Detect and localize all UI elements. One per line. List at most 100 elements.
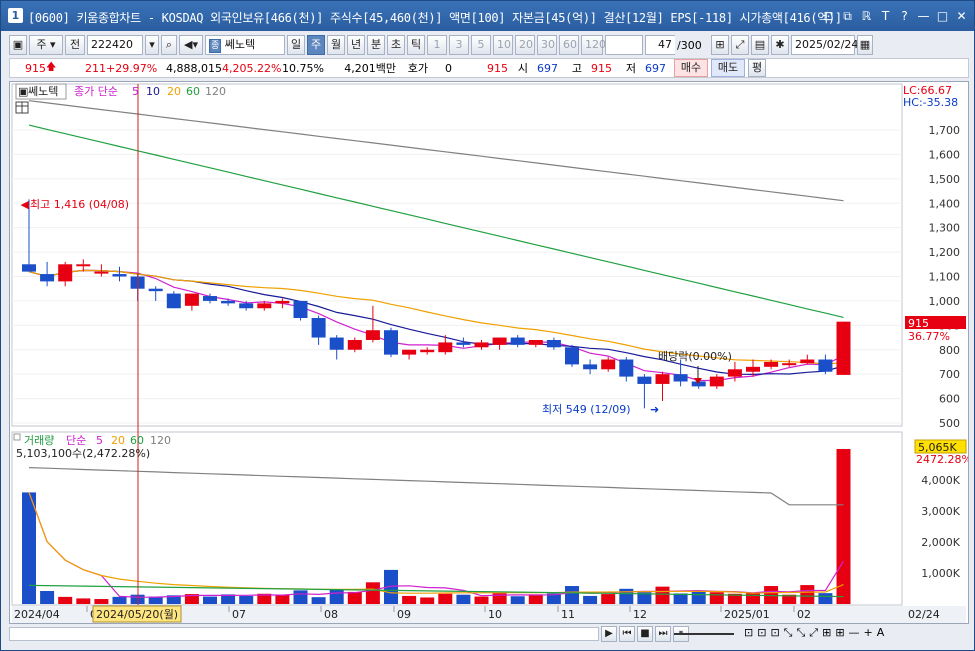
last-icon[interactable]: ⏭ <box>655 626 671 642</box>
tool-icon-3[interactable]: ⊡ <box>770 626 779 640</box>
maximize-icon[interactable]: □ <box>934 8 951 24</box>
horizontal-scrollbar[interactable] <box>9 627 599 641</box>
interval-120[interactable]: 120 <box>581 35 606 55</box>
period-second[interactable]: 초 <box>387 35 405 55</box>
candle-up <box>184 293 199 306</box>
candle-down <box>637 376 652 384</box>
zoom-slider[interactable] <box>674 633 734 635</box>
x-axis-label: 12 <box>633 608 647 621</box>
search-icon[interactable]: ⌕ <box>161 35 177 55</box>
r-icon[interactable]: ℝ <box>858 8 875 24</box>
tool-icon-7[interactable]: ⊞ <box>822 626 831 640</box>
period-week[interactable]: 주 <box>307 35 325 55</box>
buy-button[interactable]: 매수 <box>674 59 708 77</box>
open-label: 시 <box>517 62 528 75</box>
legend-ma-label: 종가 단순 <box>74 85 118 98</box>
volume-bar <box>239 595 254 604</box>
grid-icon[interactable]: ⊞ <box>711 35 729 55</box>
candle-up <box>76 264 91 267</box>
current-price: 915 <box>25 61 46 75</box>
play-icon[interactable]: ▶ <box>601 626 617 642</box>
tool-icon-8[interactable]: ⊞ <box>835 626 844 640</box>
volume-bar <box>474 596 489 604</box>
up-arrow-icon: 🡅 <box>46 61 57 73</box>
code-dropdown-icon[interactable]: ▾ <box>145 35 159 55</box>
count-input[interactable]: 47 <box>645 35 675 55</box>
legend-marker: ▣ <box>18 85 28 98</box>
candle-down <box>22 264 36 272</box>
font-size-icon[interactable]: A <box>877 626 885 640</box>
high-arrow-icon: ◀ <box>21 198 30 211</box>
interval-5[interactable]: 5 <box>471 35 491 55</box>
x-axis-label: 02 <box>797 608 811 621</box>
minimize-icon[interactable]: — <box>915 8 932 24</box>
chart-area[interactable]: 1,700 1,600 1,500 1,400 1,300 1,200 1,100 1,000… <box>9 81 972 624</box>
volume-bar <box>112 596 127 604</box>
candle-up <box>347 339 362 350</box>
save-icon[interactable]: ▤ <box>751 35 769 55</box>
volume-ma-120: 120 <box>150 434 171 447</box>
text-icon[interactable]: T <box>877 8 894 24</box>
stop-icon[interactable]: ■ <box>637 626 653 642</box>
candle-down <box>311 318 326 338</box>
chart-type-select[interactable]: 주 ▾ <box>29 35 63 55</box>
help-icon[interactable]: ? <box>896 8 913 24</box>
volume-bar <box>311 597 326 604</box>
interval-3[interactable]: 3 <box>449 35 469 55</box>
low-arrow-icon: ➜ <box>650 403 659 416</box>
layout-icon[interactable]: ▣ <box>9 35 27 55</box>
period-day[interactable]: 일 <box>287 35 305 55</box>
candle-down <box>148 288 163 292</box>
quote-bar: 915 🡅 211 +29.97% 4,888,015 4,205.22% 10… <box>9 58 969 78</box>
eval-button[interactable]: 평 <box>748 59 766 77</box>
volume-bar <box>40 590 55 604</box>
tool-icon-5[interactable]: ⤡ <box>796 626 805 640</box>
candle-up <box>58 264 73 282</box>
interval-1[interactable]: 1 <box>427 35 447 55</box>
period-month[interactable]: 월 <box>327 35 345 55</box>
prev-button[interactable]: 전 <box>65 35 85 55</box>
candle-up <box>275 300 290 304</box>
tool-icon-6[interactable]: ⤢ <box>809 626 818 640</box>
x-axis-label: 09 <box>397 608 411 621</box>
sell-button[interactable]: 매도 <box>711 59 745 77</box>
volume-ma-5: 5 <box>96 434 103 447</box>
custom-interval-input[interactable] <box>605 35 643 55</box>
candle-up <box>655 374 670 384</box>
legend-ma-5: 5 <box>132 85 139 98</box>
price-axis-label: 1,500 <box>929 173 961 186</box>
date-input[interactable]: 2025/02/24 <box>791 35 858 55</box>
stock-name-field[interactable]: 종 쎄노텍 <box>205 35 285 55</box>
stock-code-input[interactable]: 222420 <box>87 35 143 55</box>
volume-bar <box>76 598 91 604</box>
copy-icon[interactable]: ⧉ <box>839 8 856 24</box>
period-year[interactable]: 년 <box>347 35 365 55</box>
interval-20[interactable]: 20 <box>515 35 535 55</box>
first-icon[interactable]: ⏮ <box>619 626 635 642</box>
volume-bar <box>275 594 290 604</box>
sound-icon[interactable]: ◀▾ <box>179 35 203 55</box>
price-axis-label: 800 <box>939 344 960 357</box>
settings-icon[interactable]: ✱ <box>771 35 789 55</box>
hoga-price: 915 <box>487 61 508 75</box>
tool-icon-1[interactable]: ⊡ <box>744 626 753 640</box>
link-icon[interactable]: ⊡ <box>820 8 837 24</box>
tool-icon-2[interactable]: ⊡ <box>757 626 766 640</box>
calendar-icon[interactable]: ▦ <box>857 35 873 55</box>
zoom-in-icon[interactable]: + <box>864 626 873 640</box>
period-tick[interactable]: 틱 <box>407 35 425 55</box>
volume-ma-label: 단순 <box>66 434 86 447</box>
chart-tool-icon[interactable]: ⤢ <box>731 35 749 55</box>
volume-bar <box>709 592 724 604</box>
interval-10[interactable]: 10 <box>493 35 513 55</box>
period-minute[interactable]: 분 <box>367 35 385 55</box>
close-icon[interactable]: ✕ <box>953 8 970 24</box>
candle-up <box>782 363 797 366</box>
zoom-out-icon[interactable]: — <box>849 626 860 640</box>
interval-30[interactable]: 30 <box>537 35 557 55</box>
volume-bar <box>22 492 36 604</box>
tool-icon-4[interactable]: ⤡ <box>784 626 793 640</box>
volume-total: 5,103,100수(2,472.28%) <box>16 447 150 460</box>
price-panel <box>11 83 903 427</box>
interval-60[interactable]: 60 <box>559 35 579 55</box>
